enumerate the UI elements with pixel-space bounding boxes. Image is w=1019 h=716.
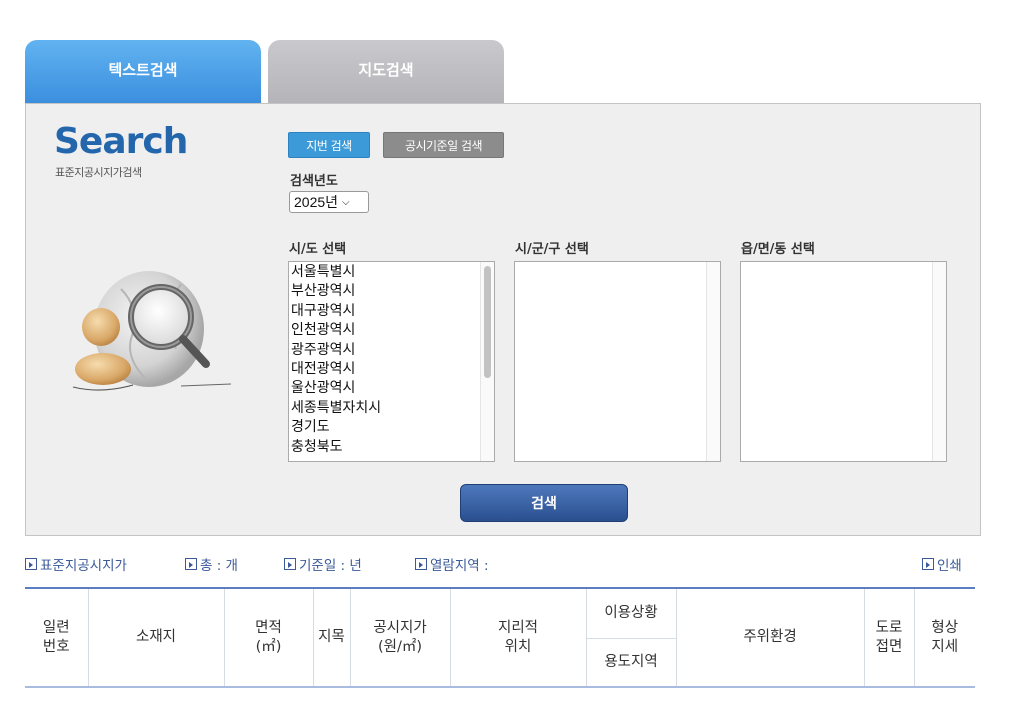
- tab-map-search[interactable]: 지도검색: [268, 40, 504, 103]
- print-label[interactable]: 인쇄: [937, 554, 962, 574]
- standard-price-info: 표준지공시지가: [25, 554, 127, 574]
- magnifier-person-icon: [72, 271, 232, 391]
- tab-map-search-label: 지도검색: [358, 61, 414, 79]
- arrow-bullet-icon: [185, 558, 197, 570]
- search-logo-title: Search: [54, 121, 188, 162]
- sido-option[interactable]: 세종특별자치시: [289, 398, 494, 417]
- sido-listbox[interactable]: 서울특별시 부산광역시 대구광역시 인천광역시 광주광역시 대전광역시 울산광역…: [288, 261, 495, 462]
- view-region-label: 열람지역 :: [430, 558, 489, 574]
- view-region-info: 열람지역 :: [415, 554, 489, 574]
- col-land-category: 지목: [312, 588, 350, 687]
- sido-label: 시/도 선택: [289, 242, 347, 257]
- arrow-bullet-icon: [922, 558, 934, 570]
- sigungu-label: 시/군/구 선택: [515, 242, 589, 257]
- sido-option[interactable]: 충청북도: [289, 437, 494, 456]
- jibun-search-button[interactable]: 지번 검색: [288, 132, 370, 158]
- year-select[interactable]: 2025년 ⌵: [289, 191, 369, 213]
- sido-scrollbar-thumb[interactable]: [484, 266, 491, 378]
- sido-option[interactable]: 광주광역시: [289, 340, 494, 359]
- total-count-info: 총 : 개: [185, 554, 238, 574]
- sido-option[interactable]: 대구광역시: [289, 301, 494, 320]
- col-road-frontage: 도로 접면: [863, 588, 914, 687]
- base-date-info: 기준일 : 년: [284, 554, 362, 574]
- col-zoning: 용도지역: [585, 638, 676, 687]
- sigungu-scrollbar[interactable]: [706, 262, 720, 461]
- col-area: 면적 (㎡): [223, 588, 313, 687]
- print-link[interactable]: 인쇄: [922, 554, 962, 574]
- year-selected-value: 2025년: [294, 194, 339, 210]
- col-surroundings: 주위환경: [675, 588, 864, 687]
- base-date-search-button[interactable]: 공시기준일 검색: [383, 132, 504, 158]
- search-logo-subtitle: 표준지공시지가검색: [55, 166, 142, 179]
- standard-price-label: 표준지공시지가: [40, 558, 127, 574]
- chevron-down-icon: ⌵: [342, 196, 350, 208]
- col-location: 소재지: [87, 588, 224, 687]
- eupmyeondong-label: 읍/면/동 선택: [741, 242, 815, 257]
- col-shape-terrain: 형상 지세: [913, 588, 975, 687]
- search-button[interactable]: 검색: [460, 484, 628, 522]
- col-geo-position: 지리적 위치: [449, 588, 586, 687]
- col-serial-number: 일련 번호: [42, 619, 70, 655]
- search-panel: Search 표준지공시지가검색 지번 검색 공시기준일 검색 검색년도 202…: [25, 103, 981, 536]
- col-usage-status: 이용상황: [585, 588, 676, 639]
- sido-option[interactable]: 경기도: [289, 417, 494, 436]
- arrow-bullet-icon: [415, 558, 427, 570]
- tab-text-search[interactable]: 텍스트검색: [25, 40, 261, 103]
- col-public-price: 공시지가 (원/㎡): [349, 588, 450, 687]
- info-bar: 표준지공시지가 총 : 개 기준일 : 년 열람지역 : 인쇄: [25, 554, 975, 574]
- sigungu-listbox[interactable]: [514, 261, 721, 462]
- eupmyeondong-scrollbar[interactable]: [932, 262, 946, 461]
- tab-text-search-label: 텍스트검색: [108, 61, 178, 79]
- sido-option[interactable]: 대전광역시: [289, 359, 494, 378]
- sido-option[interactable]: 인천광역시: [289, 320, 494, 339]
- sido-option[interactable]: 부산광역시: [289, 281, 494, 300]
- sido-scrollbar[interactable]: [480, 262, 494, 461]
- arrow-bullet-icon: [25, 558, 37, 570]
- total-count-label: 총 : 개: [200, 558, 238, 574]
- sido-option[interactable]: 서울특별시: [289, 262, 494, 281]
- result-table: 일련 번호 소재지 면적 (㎡) 지목 공시지가 (원/㎡) 지리적 위치 이용상황 주…: [25, 587, 975, 688]
- year-label: 검색년도: [290, 174, 338, 189]
- arrow-bullet-icon: [284, 558, 296, 570]
- base-date-label: 기준일 : 년: [299, 558, 362, 574]
- eupmyeondong-listbox[interactable]: [740, 261, 947, 462]
- sido-option[interactable]: 울산광역시: [289, 378, 494, 397]
